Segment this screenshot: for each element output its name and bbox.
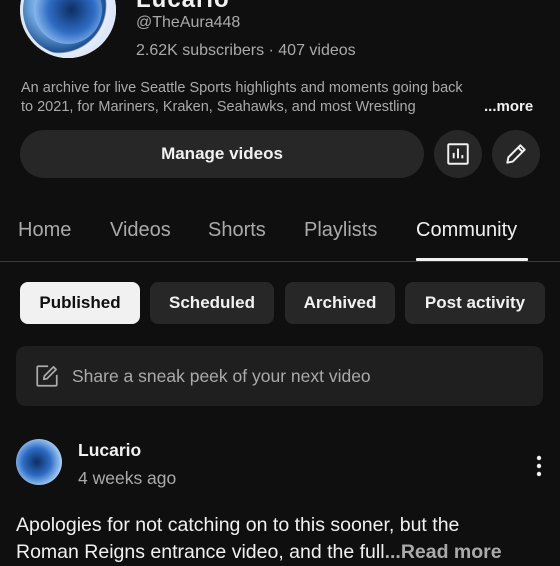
chip-label: Scheduled xyxy=(169,293,255,312)
post-body[interactable]: Apologies for not catching on to this so… xyxy=(16,512,556,566)
chip-scheduled[interactable]: Scheduled xyxy=(150,282,274,324)
tab-videos[interactable]: Videos xyxy=(110,219,171,242)
active-tab-indicator xyxy=(416,258,528,261)
analytics-button[interactable] xyxy=(434,130,482,178)
channel-title: Lucario xyxy=(136,0,230,14)
composer-placeholder: Share a sneak peek of your next video xyxy=(72,365,371,386)
post-menu-button[interactable] xyxy=(530,452,548,482)
description-line: An archive for live Seattle Sports highl… xyxy=(21,80,463,96)
pencil-icon xyxy=(506,144,526,164)
manage-videos-button[interactable]: Manage videos xyxy=(20,130,424,178)
chip-published[interactable]: Published xyxy=(20,282,140,324)
analytics-icon xyxy=(447,143,469,165)
post-body-line: Apologies for not catching on to this so… xyxy=(16,514,460,536)
manage-videos-label: Manage videos xyxy=(161,144,283,163)
description-line: to 2021, for Mariners, Kraken, Seahawks,… xyxy=(21,99,416,115)
chip-label: Post activity xyxy=(424,293,526,312)
tab-playlists[interactable]: Playlists xyxy=(304,219,377,242)
more-vert-icon xyxy=(536,455,542,477)
chip-label: Archived xyxy=(303,293,377,312)
post-composer[interactable]: Share a sneak peek of your next video xyxy=(16,346,543,406)
channel-tabs: Home Videos Shorts Playlists Community xyxy=(0,205,560,262)
post-author[interactable]: Lucario xyxy=(78,440,141,461)
tab-community[interactable]: Community xyxy=(416,219,517,242)
channel-stats: 2.62K subscribers · 407 videos xyxy=(136,42,356,59)
chip-post-activity[interactable]: Post activity xyxy=(405,282,545,324)
channel-avatar[interactable] xyxy=(20,0,116,58)
post-author-avatar[interactable] xyxy=(16,439,62,485)
channel-handle: @TheAura448 xyxy=(136,14,241,31)
chip-archived[interactable]: Archived xyxy=(285,282,395,324)
tab-home[interactable]: Home xyxy=(18,219,71,242)
edit-channel-button[interactable] xyxy=(492,130,540,178)
chip-label: Published xyxy=(39,293,121,312)
post-body-line: Roman Reigns entrance video, and the ful… xyxy=(16,539,556,566)
more-link[interactable]: ...more xyxy=(480,98,534,115)
edit-note-icon xyxy=(36,365,58,387)
channel-description[interactable]: An archive for live Seattle Sports highl… xyxy=(21,79,541,117)
post-time: 4 weeks ago xyxy=(78,468,177,488)
tab-shorts[interactable]: Shorts xyxy=(208,219,266,242)
